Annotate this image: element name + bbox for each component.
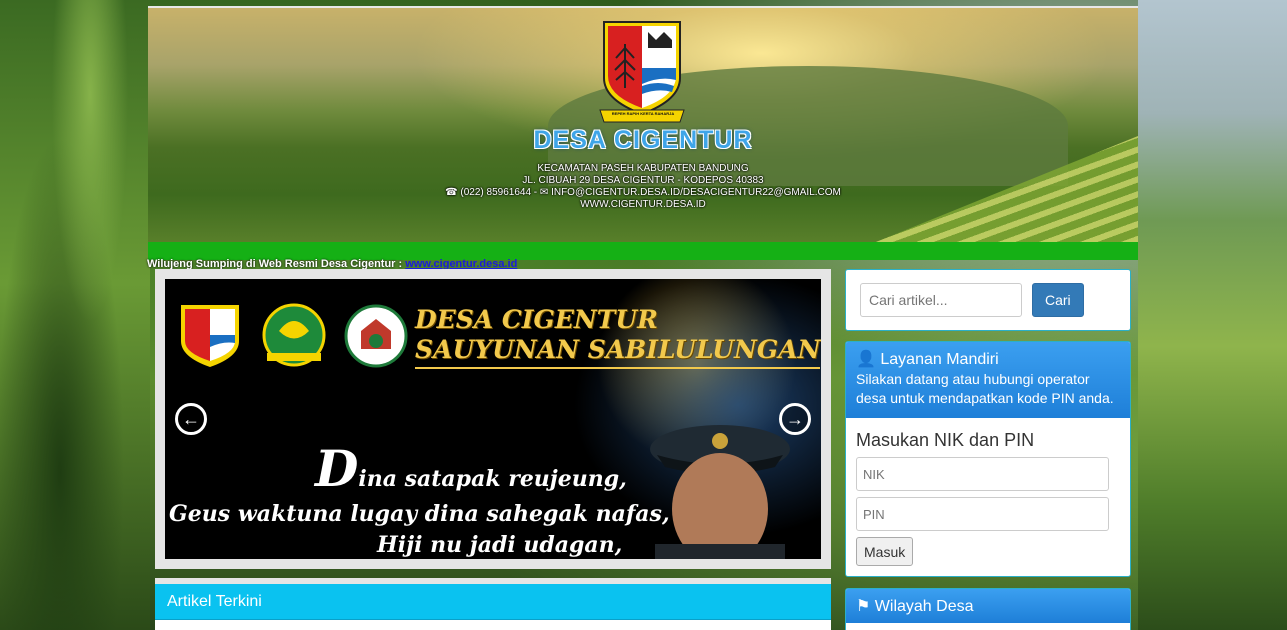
background-landscape-left	[0, 0, 150, 630]
articles-body	[155, 620, 831, 630]
quote-line-1: Dina satapak reujeung,	[315, 439, 627, 498]
site-header-banner: REPEH RAPIH KERTA RAHARJA DESA CIGENTUR …	[148, 6, 1138, 242]
site-title: DESA CIGENTUR	[533, 126, 753, 154]
wilayah-desa-title: Wilayah Desa	[874, 598, 974, 615]
search-button[interactable]: Cari	[1032, 283, 1084, 317]
login-form-title: Masukan NIK dan PIN	[856, 430, 1035, 450]
user-icon: 👤	[856, 351, 876, 368]
slide-title-line-1: DESA CIGENTUR	[415, 305, 658, 334]
login-submit-button[interactable]: Masuk	[856, 537, 914, 566]
phone-number: (022) 85961644 -	[460, 187, 538, 198]
pin-input[interactable]	[856, 497, 1109, 531]
slide-title-line-2: SAUYUNAN SABILULUNGAN	[415, 335, 821, 369]
slide-title: DESA CIGENTUR SAUYUNAN SABILULUNGAN	[415, 305, 821, 369]
nik-input[interactable]	[856, 457, 1109, 491]
envelope-icon: ✉	[539, 187, 549, 198]
wilayah-desa-header: ⚑ Wilayah Desa	[846, 589, 1130, 623]
province-emblem-icon	[262, 303, 326, 367]
village-emblem-logo	[599, 21, 685, 123]
slide-image: DESA CIGENTUR SAUYUNAN SABILULUNGAN Dina…	[165, 279, 821, 559]
slider-prev-button[interactable]: ←	[175, 403, 207, 435]
wilayah-desa-panel: ⚑ Wilayah Desa	[845, 588, 1131, 630]
quote-line-2: Geus waktuna lugay dina sahegak nafas,	[169, 501, 670, 527]
email-address: INFO@CIGENTUR.DESA.ID/DESACIGENTUR22@GMA…	[551, 187, 841, 198]
arrow-left-icon: ←	[182, 408, 200, 429]
slider-next-button[interactable]: →	[779, 403, 811, 435]
layanan-mandiri-title: Layanan Mandiri	[880, 351, 999, 368]
arrow-right-icon: →	[786, 408, 804, 429]
header-top-line	[148, 6, 1138, 8]
login-form: Masukan NIK dan PIN Masuk	[846, 418, 1130, 576]
quote-line-3: Hiji nu jadi udagan,	[377, 532, 623, 558]
website-address: WWW.CIGENTUR.DESA.ID	[580, 199, 706, 210]
search-widget: Cari	[845, 269, 1131, 331]
search-input[interactable]	[860, 283, 1022, 317]
slide-logos	[175, 301, 409, 371]
background-landscape-right	[1138, 0, 1287, 630]
address-line-2: JL. CIBUAH 29 DESA CIGENTUR - KODEPOS 40…	[522, 175, 764, 186]
articles-heading: Artikel Terkini	[155, 584, 831, 620]
village-emblem-icon	[181, 305, 239, 367]
articles-section: Artikel Terkini	[155, 578, 831, 630]
logo-motto: REPEH RAPIH KERTA RAHARJA	[611, 111, 675, 116]
map-marker-icon: ⚑	[856, 598, 871, 615]
phone-icon: ☎	[445, 187, 458, 198]
layanan-mandiri-description: Silakan datang atau hubungi operator des…	[856, 371, 1114, 406]
image-slider: DESA CIGENTUR SAUYUNAN SABILULUNGAN Dina…	[155, 269, 831, 569]
layanan-mandiri-panel: 👤 Layanan Mandiri Silakan datang atau hu…	[845, 341, 1131, 577]
district-emblem-icon	[344, 304, 408, 368]
quote-drop-cap: D	[315, 439, 359, 498]
contact-line: ☎ (022) 85961644 - ✉ INFO@CIGENTUR.DESA.…	[148, 187, 1138, 199]
address-line-1: KECAMATAN PASEH KABUPATEN BANDUNG	[537, 163, 749, 174]
quote-line-1-text: ina satapak reujeung,	[358, 466, 627, 492]
layanan-mandiri-header: 👤 Layanan Mandiri Silakan datang atau hu…	[846, 342, 1130, 418]
